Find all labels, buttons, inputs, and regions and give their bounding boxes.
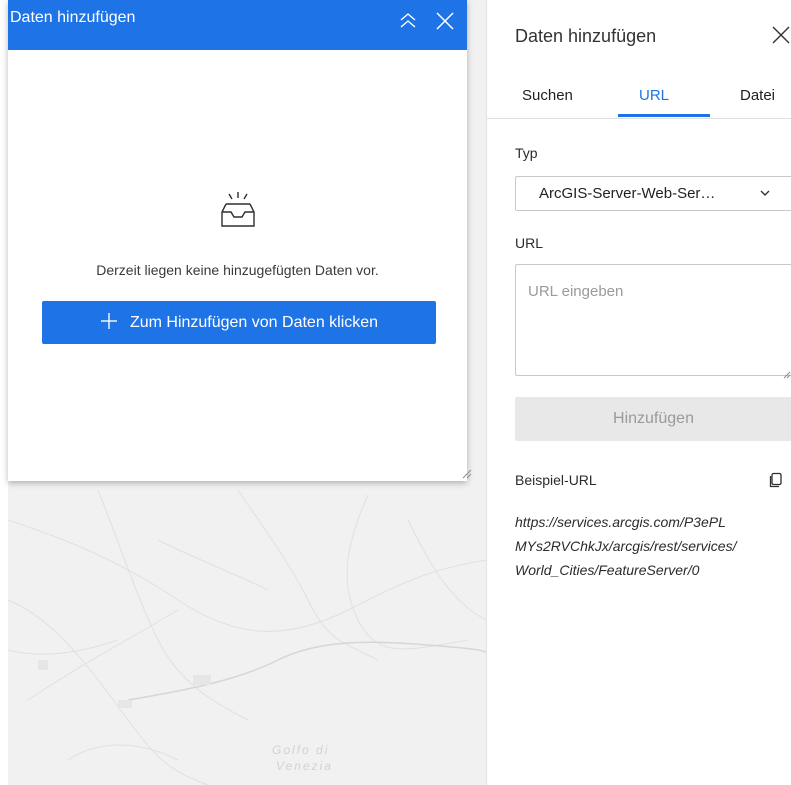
example-url-line: World_Cities/FeatureServer/0 xyxy=(515,562,700,578)
tab-file[interactable]: Datei xyxy=(740,87,775,105)
textarea-resize-icon[interactable] xyxy=(783,366,791,384)
copy-icon[interactable] xyxy=(769,472,783,493)
panel-title: Daten hinzufügen xyxy=(515,26,657,46)
type-select-value: ArcGIS-Server-Web-Ser… xyxy=(539,185,716,202)
double-chevron-up-icon[interactable] xyxy=(397,10,419,32)
close-icon[interactable] xyxy=(771,25,791,50)
example-url-line: https://services.arcgis.com/P3ePL xyxy=(515,514,726,530)
add-data-button-label: Zum Hinzufügen von Daten klicken xyxy=(129,313,379,331)
map-label-gulf: Golfo di xyxy=(272,743,330,757)
active-tab-indicator xyxy=(618,114,710,117)
page-edge xyxy=(0,0,8,785)
add-data-widget: Daten hinzufügen Derzeit liegen keine hi… xyxy=(8,0,472,481)
close-icon[interactable] xyxy=(434,10,456,32)
url-label: URL xyxy=(515,235,544,251)
example-url[interactable]: https://services.arcgis.com/P3ePL MYs2RV… xyxy=(515,510,791,582)
map-label-venice: Venezia xyxy=(276,759,333,773)
chevron-down-icon xyxy=(760,177,770,210)
type-select[interactable]: ArcGIS-Server-Web-Ser… xyxy=(515,176,791,211)
example-url-line: MYs2RVChkJx/arcgis/rest/services/ xyxy=(515,538,737,554)
tab-search[interactable]: Suchen xyxy=(522,87,573,105)
empty-state-message: Derzeit liegen keine hinzugefügten Daten… xyxy=(96,262,379,278)
url-input[interactable] xyxy=(515,264,791,376)
example-url-label: Beispiel-URL xyxy=(515,472,597,488)
resize-handle-icon[interactable] xyxy=(462,466,472,484)
widget-header[interactable]: Daten hinzufügen xyxy=(8,0,467,50)
widget-title: Daten hinzufügen xyxy=(10,9,136,26)
tab-divider xyxy=(487,118,791,119)
type-label: Typ xyxy=(515,145,538,161)
add-data-button[interactable]: Zum Hinzufügen von Daten klicken xyxy=(42,301,436,344)
add-button[interactable]: Hinzufügen xyxy=(515,397,791,441)
add-data-panel: Daten hinzufügen Suchen URL Datei Typ Ar… xyxy=(486,0,791,785)
empty-inbox-icon xyxy=(220,190,256,235)
plus-icon xyxy=(100,312,118,334)
tab-url[interactable]: URL xyxy=(639,87,669,105)
